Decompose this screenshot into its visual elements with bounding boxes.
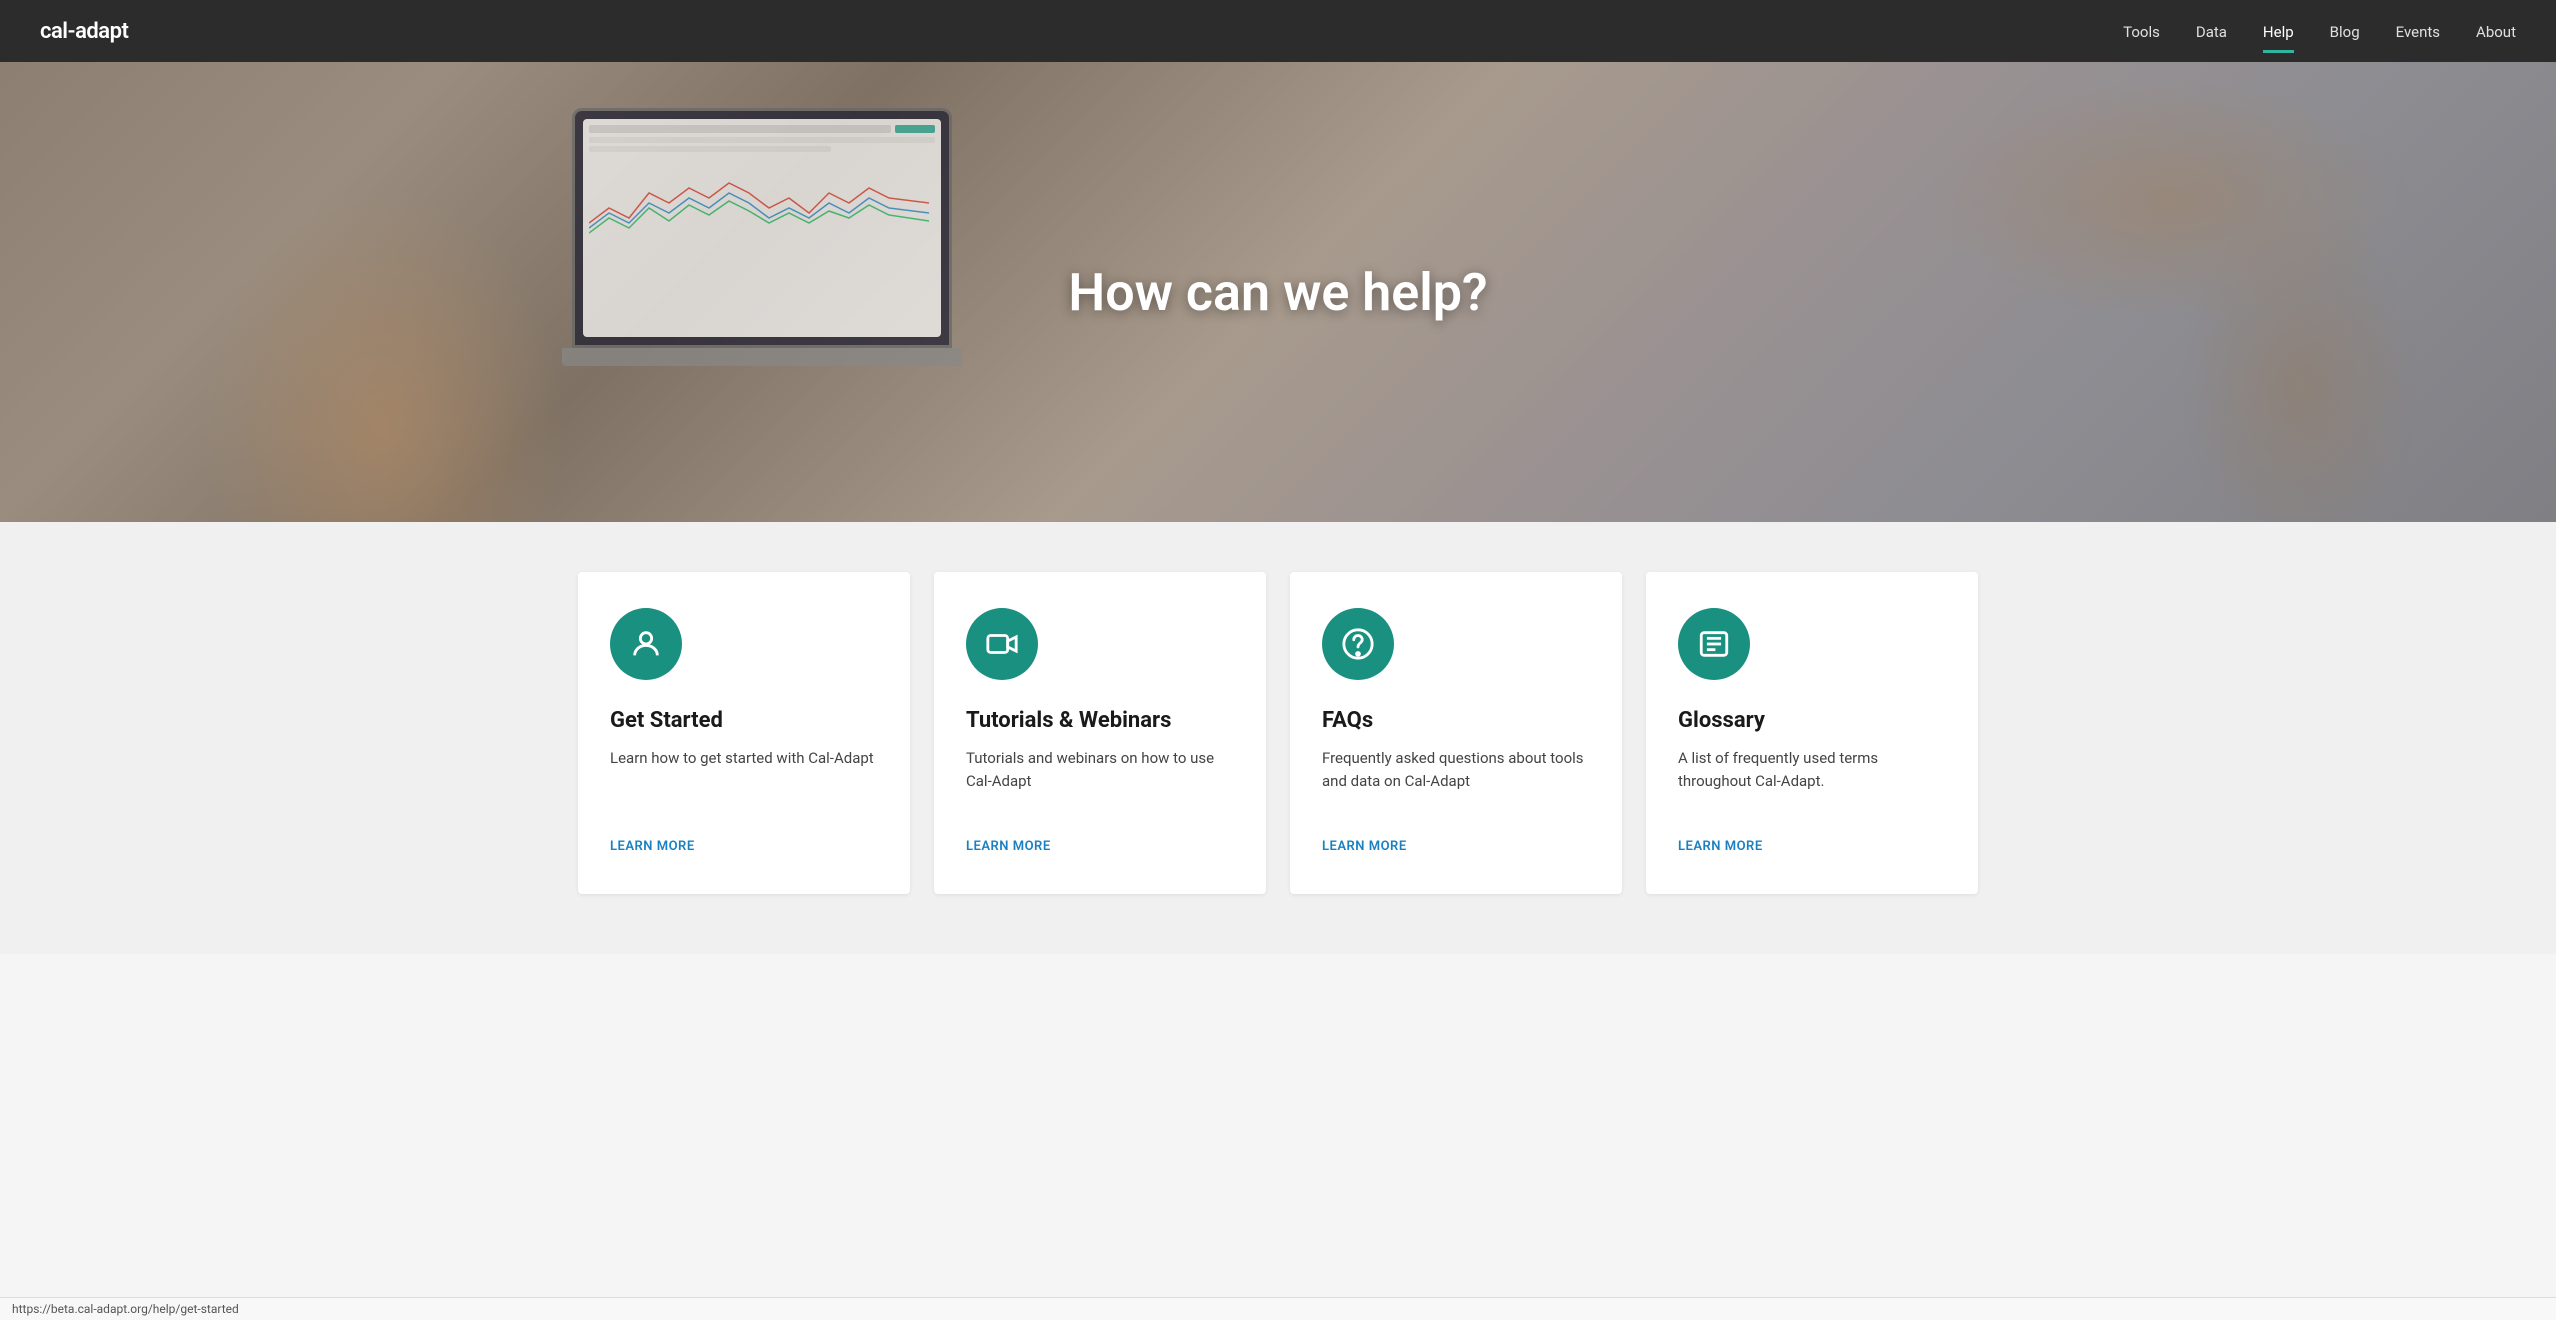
cards-section: Get Started Learn how to get started with… (0, 522, 2556, 954)
card-description: Tutorials and webinars on how to use Cal… (966, 747, 1234, 807)
logo-text: cal-adapt (40, 19, 128, 44)
nav-link-data[interactable]: Data (2196, 23, 2227, 45)
cards-grid: Get Started Learn how to get started with… (578, 572, 1978, 894)
nav-item-tools[interactable]: Tools (2123, 22, 2160, 41)
person-icon (610, 608, 682, 680)
card-learn-more-link[interactable]: LEARN MORE (610, 839, 695, 854)
status-bar: https://beta.cal-adapt.org/help/get-star… (0, 1297, 2556, 1320)
card-title: Tutorials & Webinars (966, 708, 1234, 733)
card-list: Glossary A list of frequently used terms … (1646, 572, 1978, 894)
hero-section: How can we help? (0, 62, 2556, 522)
card-person: Get Started Learn how to get started with… (578, 572, 910, 894)
card-description: A list of frequently used terms througho… (1678, 747, 1946, 807)
card-video: Tutorials & Webinars Tutorials and webina… (934, 572, 1266, 894)
nav-link-tools[interactable]: Tools (2123, 23, 2160, 45)
nav-item-help[interactable]: Help (2263, 22, 2294, 41)
card-title: Get Started (610, 708, 878, 733)
nav-link-about[interactable]: About (2476, 23, 2516, 45)
nav-links: Tools Data Help Blog Events About (2123, 22, 2516, 41)
card-question: FAQs Frequently asked questions about too… (1290, 572, 1622, 894)
card-learn-more-link[interactable]: LEARN MORE (966, 839, 1051, 854)
navbar: cal-adapt Tools Data Help Blog Events About (0, 0, 2556, 62)
nav-link-blog[interactable]: Blog (2330, 23, 2360, 45)
card-description: Learn how to get started with Cal-Adapt (610, 747, 878, 807)
nav-item-data[interactable]: Data (2196, 22, 2227, 41)
card-description: Frequently asked questions about tools a… (1322, 747, 1590, 807)
logo[interactable]: cal-adapt (40, 19, 128, 44)
nav-item-blog[interactable]: Blog (2330, 22, 2360, 41)
list-icon (1678, 608, 1750, 680)
card-learn-more-link[interactable]: LEARN MORE (1322, 839, 1407, 854)
card-learn-more-link[interactable]: LEARN MORE (1678, 839, 1763, 854)
nav-link-help[interactable]: Help (2263, 23, 2294, 45)
status-url: https://beta.cal-adapt.org/help/get-star… (12, 1302, 239, 1316)
nav-item-events[interactable]: Events (2396, 22, 2440, 41)
nav-item-about[interactable]: About (2476, 22, 2516, 41)
nav-link-events[interactable]: Events (2396, 23, 2440, 45)
question-icon (1322, 608, 1394, 680)
card-title: FAQs (1322, 708, 1590, 733)
card-title: Glossary (1678, 708, 1946, 733)
hero-heading: How can we help? (1068, 262, 1487, 323)
video-icon (966, 608, 1038, 680)
